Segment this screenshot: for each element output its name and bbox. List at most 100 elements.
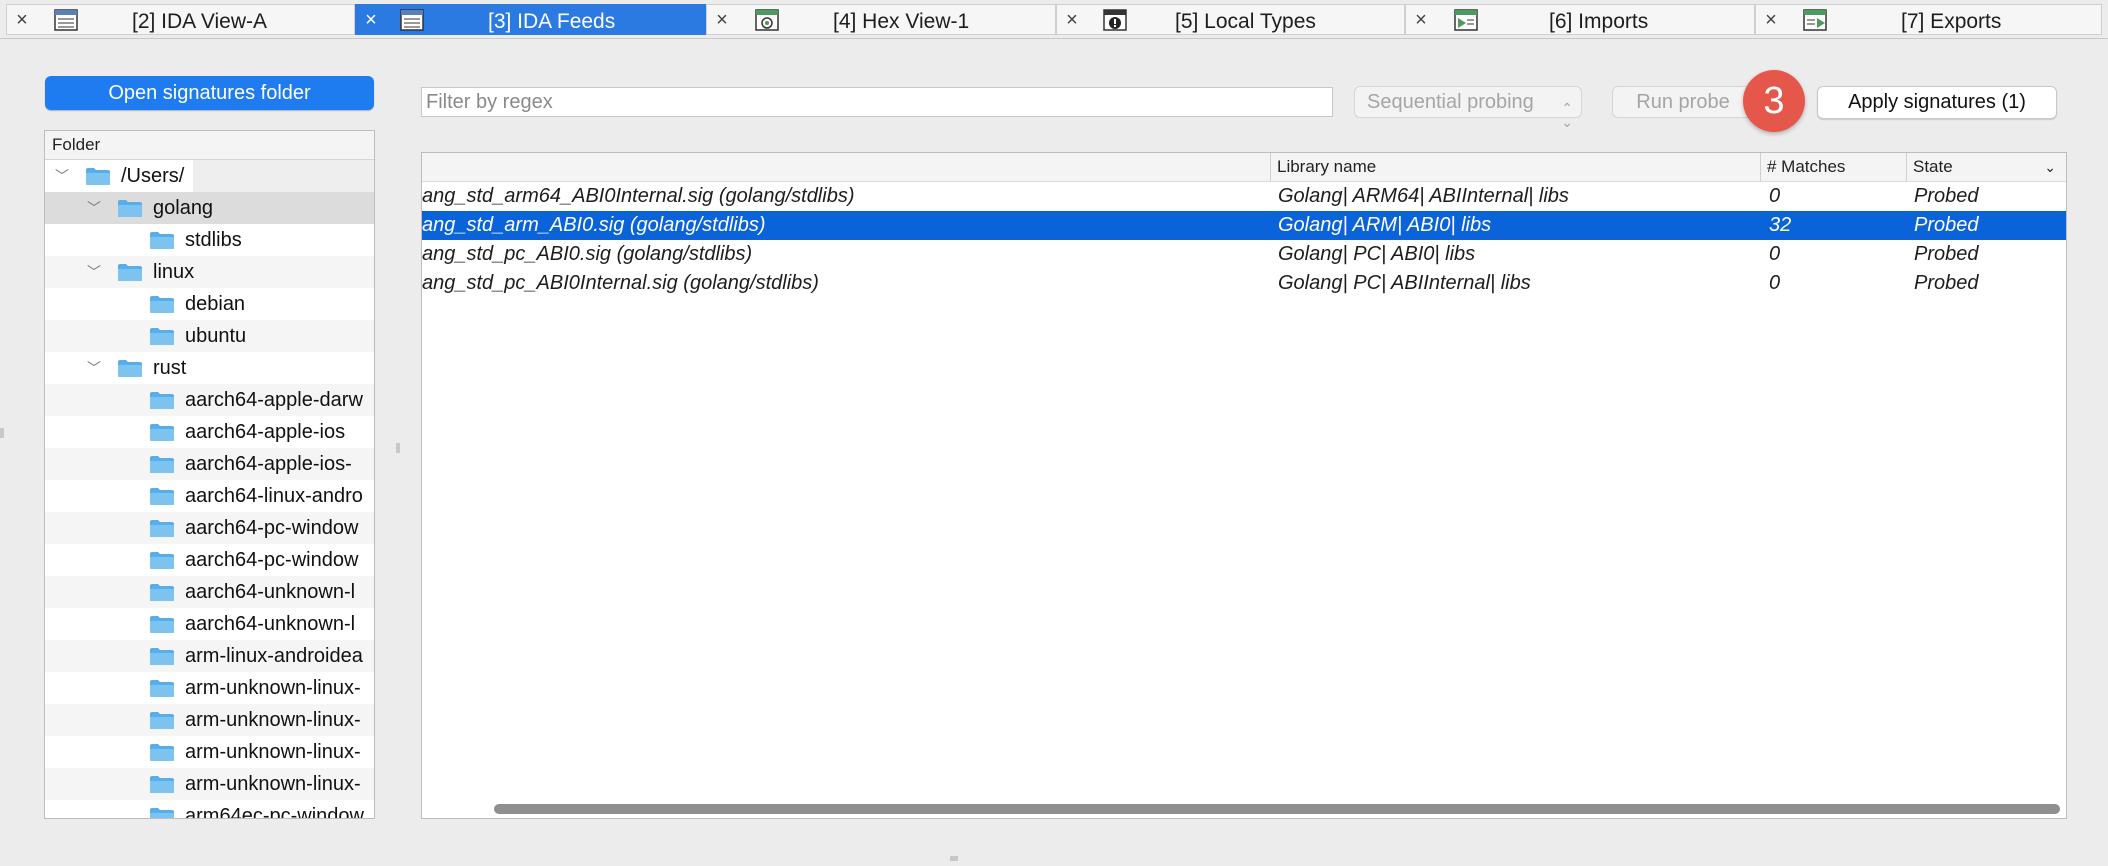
close-icon[interactable]: × [360,9,382,31]
splitter-handle[interactable] [0,428,4,438]
tree-item-rust[interactable]: ﹀ rust [45,352,374,384]
apply-signatures-button[interactable]: Apply signatures (1) [1817,86,2057,119]
cell-library: Golang| PC| ABI0| libs [1278,243,1476,265]
chevron-down-icon[interactable]: ﹀ [87,256,101,288]
chevron-down-icon[interactable]: ﹀ [87,352,101,384]
horizontal-scrollbar[interactable] [494,804,2060,814]
local-types-icon [1103,9,1127,31]
tab-label: [6] Imports [1549,10,1649,33]
signatures-table[interactable]: Library name # Matches State ⌄ ang_std_a… [421,152,2067,819]
cell-state: Probed [1914,214,1979,236]
tree-item-ubuntu[interactable]: ubuntu [45,320,374,352]
folder-icon [117,199,143,218]
cell-matches: 0 [1769,185,1781,207]
tree-item-rust-target[interactable]: arm-unknown-linux- [45,736,374,768]
tree-item-rust-target[interactable]: aarch64-pc-window [45,512,374,544]
run-probe-button[interactable]: Run probe [1612,86,1754,118]
folder-icon [149,551,175,570]
tab-bar: × [2] IDA View-A × [3] IDA Feeds × [4] H… [0,0,2108,39]
tree-item-debian[interactable]: debian [45,288,374,320]
hex-view-icon [755,9,779,31]
tree-item-rust-target[interactable]: arm64ec-pc-window [45,800,374,819]
tree-item-label: aarch64-pc-window [185,549,359,571]
cell-library: Golang| PC| ABIInternal| libs [1278,272,1531,294]
folder-icon [149,423,175,442]
close-icon[interactable]: × [1760,9,1782,31]
folder-icon [149,519,175,538]
close-icon[interactable]: × [11,9,33,31]
tree-item-label: stdlibs [185,229,242,251]
tree-item-label: arm64ec-pc-window [185,805,364,819]
tab-hex-view-1[interactable]: × [4] Hex View-1 [706,4,1056,35]
tab-imports[interactable]: × [6] Imports [1405,4,1755,35]
tree-item-label: debian [185,293,246,315]
chevron-down-icon: ⌄ [2044,159,2056,175]
tree-item-linux[interactable]: ﹀ linux [45,256,374,288]
table-header: Library name # Matches State ⌄ [422,153,2066,182]
cell-library: Golang| ARM| ABI0| libs [1278,214,1492,236]
tree-item-rust-target[interactable]: arm-unknown-linux- [45,672,374,704]
tree-item-rust-target[interactable]: aarch64-apple-darw [45,384,374,416]
column-header-file[interactable] [422,153,1270,181]
tree-item-rust-target[interactable]: aarch64-unknown-l [45,576,374,608]
splitter-handle[interactable] [950,856,958,861]
folder-icon [117,359,143,378]
column-header-state[interactable]: State ⌄ [1906,153,2066,181]
tab-label: [2] IDA View-A [132,10,268,33]
tree-item-rust-target[interactable]: aarch64-apple-ios [45,416,374,448]
probe-mode-select[interactable]: Sequential probing ⌃ ⌄ [1354,86,1582,129]
cell-file: ang_std_arm_ABI0.sig (golang/stdlibs) [422,214,766,236]
exports-icon [1803,9,1827,31]
folder-icon [149,231,175,250]
chevron-down-icon[interactable]: ﹀ [87,192,101,224]
close-icon[interactable]: × [1061,9,1083,31]
tree-item-label: arm-unknown-linux- [185,677,361,699]
table-row[interactable]: ang_std_pc_ABI0.sig (golang/stdlibs) Gol… [422,240,2066,269]
tree-header-folder[interactable]: Folder [45,131,374,160]
tree-item-label: arm-unknown-linux- [185,741,361,763]
tab-label: [5] Local Types [1175,10,1316,33]
tab-ida-view-a[interactable]: × [2] IDA View-A [6,4,355,35]
folder-icon [149,455,175,474]
column-header-library-name[interactable]: Library name [1270,153,1760,181]
tree-item-label: ubuntu [185,325,247,347]
folder-icon [149,487,175,506]
splitter-handle[interactable] [396,443,400,453]
tree-item-rust-target[interactable]: aarch64-unknown-l [45,608,374,640]
tab-label: [7] Exports [1901,10,2002,33]
imports-icon [1454,9,1478,31]
tree-item-label: rust [153,357,187,379]
open-signatures-folder-button[interactable]: Open signatures folder [45,76,374,110]
tree-item-rust-target[interactable]: arm-unknown-linux- [45,768,374,800]
close-icon[interactable]: × [1410,9,1432,31]
tree-item-label: arm-unknown-linux- [185,709,361,731]
tab-exports[interactable]: × [7] Exports [1755,4,2102,35]
tree-item-rust-target[interactable]: aarch64-pc-window [45,544,374,576]
table-row-selected[interactable]: ang_std_arm_ABI0.sig (golang/stdlibs) Go… [422,211,2066,240]
folder-icon [149,743,175,762]
folder-icon [149,711,175,730]
tree-item-label: arm-linux-androidea [185,645,363,667]
tree-item-rust-target[interactable]: arm-linux-androidea [45,640,374,672]
column-header-matches[interactable]: # Matches [1760,153,1906,181]
tree-item-rust-target[interactable]: arm-unknown-linux- [45,704,374,736]
table-row[interactable]: ang_std_arm64_ABI0Internal.sig (golang/s… [422,182,2066,211]
cell-state: Probed [1914,185,1979,207]
filter-regex-input[interactable]: Filter by regex [421,87,1333,117]
folder-tree[interactable]: Folder ﹀ /Users/ ﹀ golang stdlibs ﹀ linu… [44,130,375,819]
chevron-down-icon[interactable]: ﹀ [55,160,69,192]
tree-item-rust-target[interactable]: aarch64-linux-andro [45,480,374,512]
ida-view-icon [54,9,78,31]
tree-item-golang[interactable]: ﹀ golang [45,192,374,224]
table-row[interactable]: ang_std_pc_ABI0Internal.sig (golang/stdl… [422,269,2066,298]
cell-file: ang_std_pc_ABI0.sig (golang/stdlibs) [422,243,753,265]
tree-item-users[interactable]: ﹀ /Users/ [45,160,374,192]
tab-local-types[interactable]: × [5] Local Types [1056,4,1405,35]
folder-icon [149,807,175,818]
folder-icon [149,327,175,346]
cell-state: Probed [1914,243,1979,265]
close-icon[interactable]: × [711,9,733,31]
tree-item-rust-target[interactable]: aarch64-apple-ios- [45,448,374,480]
tree-item-stdlibs[interactable]: stdlibs [45,224,374,256]
tab-ida-feeds[interactable]: × [3] IDA Feeds [355,4,706,35]
